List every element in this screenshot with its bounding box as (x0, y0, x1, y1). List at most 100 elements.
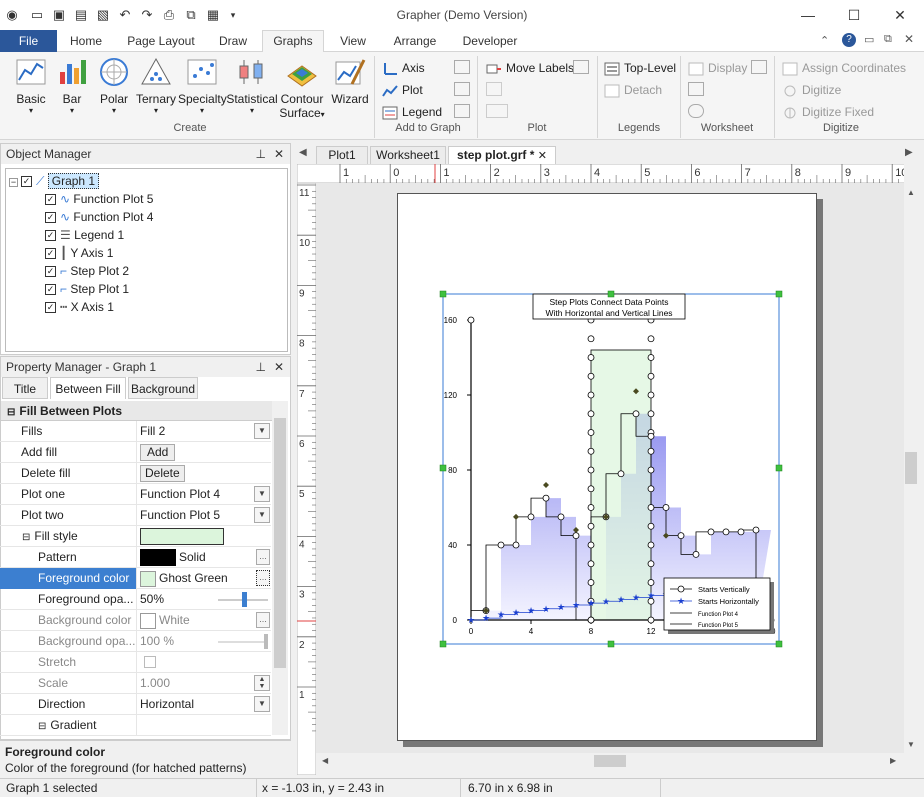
tab-between-fill[interactable]: Between Fill (50, 377, 126, 399)
basic-button[interactable]: Basic ▾ (10, 56, 52, 118)
doc-minimize-icon[interactable]: ▭ (864, 33, 874, 46)
prop-row-delete-fill[interactable]: Delete fill Delete (0, 463, 271, 484)
fill-style-swatch[interactable] (140, 528, 224, 545)
doc-tab-plot1[interactable]: Plot1 (316, 146, 368, 164)
collapse-icon[interactable]: − (9, 178, 18, 187)
chevron-down-icon[interactable]: ▼ (254, 423, 270, 439)
item-checkbox[interactable]: ✓ (45, 302, 56, 314)
prop-row-add-fill[interactable]: Add fill Add (0, 442, 271, 463)
item-checkbox[interactable]: ✓ (45, 212, 56, 224)
chevron-down-icon[interactable]: ▼ (254, 507, 270, 523)
tabs-left-arrow-icon[interactable]: ◀ (299, 147, 307, 158)
worksheet-copy-icon[interactable] (688, 82, 704, 96)
polar-button[interactable]: Polar ▾ (96, 56, 132, 118)
ellipsis-icon[interactable]: … (256, 570, 270, 586)
opacity-slider-track[interactable] (218, 641, 268, 643)
prop-row-foreground-opacity[interactable]: Foreground opa... 50% (0, 589, 271, 610)
maximize-button[interactable]: ☐ (834, 5, 874, 25)
item-checkbox[interactable]: ✓ (45, 284, 56, 296)
spinner-icon[interactable]: ▲ ▼ (254, 675, 270, 691)
tree-root[interactable]: − ✓ ⟋ Graph 1 (9, 172, 100, 190)
prop-row-plot-two[interactable]: Plot two Function Plot 5 ▼ (0, 505, 271, 526)
ellipsis-icon[interactable]: … (256, 612, 270, 628)
collapse-icon[interactable]: ⊟ (7, 407, 15, 418)
tree-item[interactable]: ✓ ∿ Function Plot 5 (45, 190, 153, 208)
tab-view[interactable]: View (334, 30, 372, 52)
label-reset-icon[interactable] (573, 60, 589, 74)
horizontal-scrollbar-thumb[interactable] (594, 755, 626, 767)
tab-developer[interactable]: Developer (458, 30, 522, 52)
scroll-down-icon[interactable]: ▼ (907, 740, 915, 749)
prop-row-background-color[interactable]: Background color White… (0, 610, 271, 631)
move-labels-button[interactable]: Move Labels (486, 58, 574, 78)
ternary-button[interactable]: Ternary ▾ (136, 56, 176, 118)
checkbox-graph[interactable]: ✓ (21, 176, 32, 188)
collapse-icon[interactable]: ⊟ (38, 721, 46, 732)
bar-button[interactable]: Bar ▾ (56, 56, 88, 118)
tree-item[interactable]: ✓ ☰ Legend 1 (45, 226, 124, 244)
tab-file[interactable]: File (0, 30, 57, 52)
worksheet-small-icon[interactable] (751, 60, 767, 74)
tree-item-graph[interactable]: Graph 1 (47, 173, 100, 189)
prop-row-fill-style[interactable]: ⊟ Fill style (0, 526, 271, 547)
stretch-checkbox[interactable] (144, 656, 156, 668)
item-checkbox[interactable]: ✓ (45, 230, 56, 242)
add-plot-button[interactable]: Plot (382, 80, 423, 100)
top-level-button[interactable]: Top-Level (604, 58, 676, 78)
detach-button[interactable]: Detach (604, 80, 662, 100)
tab-home[interactable]: Home (62, 30, 110, 52)
specialty-button[interactable]: Specialty ▾ (178, 56, 227, 118)
tree-item[interactable]: ✓ ┅ X Axis 1 (45, 298, 114, 316)
tree-item[interactable]: ✓ ∿ Function Plot 4 (45, 208, 153, 226)
digitize-button[interactable]: Digitize (782, 80, 841, 100)
assign-coordinates-button[interactable]: Assign Coordinates (782, 58, 906, 78)
prop-row-direction[interactable]: Direction Horizontal ▼ (0, 694, 271, 715)
worksheet-refresh-icon[interactable] (688, 104, 704, 118)
help-icon[interactable]: ? (842, 33, 856, 47)
collapse-icon[interactable]: ⊟ (22, 532, 30, 543)
scroll-left-icon[interactable]: ◀ (322, 756, 328, 765)
add-legend-button[interactable]: Legend (382, 102, 442, 122)
doc-restore-icon[interactable]: ⧉ (884, 33, 892, 46)
opacity-slider-thumb[interactable] (242, 592, 247, 607)
item-checkbox[interactable]: ✓ (45, 194, 56, 206)
doc-tab-step-plot[interactable]: step plot.grf * ✕ (448, 146, 556, 165)
add-legend-small-icon[interactable] (454, 104, 470, 118)
section-fill-between-plots[interactable]: ⊟ Fill Between Plots (1, 401, 272, 421)
prop-row-gradient[interactable]: ⊟ Gradient (0, 715, 271, 736)
scroll-right-icon[interactable]: ▶ (890, 756, 896, 765)
ellipsis-icon[interactable]: … (256, 549, 270, 565)
prop-row-background-opacity[interactable]: Background opa... 100 % (0, 631, 271, 652)
add-axis-small-icon[interactable] (454, 60, 470, 74)
step-plot-graph[interactable]: 04080120160048121620★★★★★★★★★★★★★★★★Step… (430, 282, 800, 654)
doc-close-icon[interactable]: ✕ (904, 32, 914, 46)
chevron-down-icon[interactable]: ▼ (254, 696, 270, 712)
pin-icon[interactable]: ⊥ (256, 144, 266, 164)
delete-fill-button[interactable]: Delete (140, 465, 185, 482)
statistical-button[interactable]: Statistical ▾ (226, 56, 278, 118)
panel-close-icon[interactable]: ✕ (274, 357, 284, 377)
collapse-ribbon-icon[interactable]: ⌃ (820, 34, 829, 47)
contour-surface-button[interactable]: Contour Surface▾ (278, 56, 326, 120)
item-checkbox[interactable]: ✓ (45, 266, 56, 278)
tree-item[interactable]: ✓ ⌐ Step Plot 2 (45, 262, 129, 280)
add-axis-button[interactable]: Axis (382, 58, 425, 78)
tab-page-layout[interactable]: Page Layout (124, 30, 198, 52)
tab-graphs[interactable]: Graphs (262, 30, 324, 52)
tab-arrange[interactable]: Arrange (388, 30, 442, 52)
tab-background[interactable]: Background (128, 377, 198, 399)
plot-tool-icon[interactable] (486, 82, 502, 96)
wizard-button[interactable]: Wizard (330, 56, 370, 118)
tab-close-icon[interactable]: ✕ (538, 150, 547, 162)
close-button[interactable]: ✕ (880, 5, 920, 25)
property-scrollbar-thumb[interactable] (274, 418, 286, 668)
tabs-right-arrow-icon[interactable]: ▶ (905, 147, 913, 158)
add-fill-button[interactable]: Add (140, 444, 176, 461)
display-button[interactable]: Display (688, 58, 747, 78)
chevron-down-icon[interactable]: ▼ (254, 486, 270, 502)
scroll-up-icon[interactable]: ▲ (907, 188, 915, 197)
tab-title[interactable]: Title (2, 377, 48, 399)
prop-row-plot-one[interactable]: Plot one Function Plot 4 ▼ (0, 484, 271, 505)
item-checkbox[interactable]: ✓ (45, 248, 56, 260)
pin-icon[interactable]: ⊥ (256, 357, 266, 377)
